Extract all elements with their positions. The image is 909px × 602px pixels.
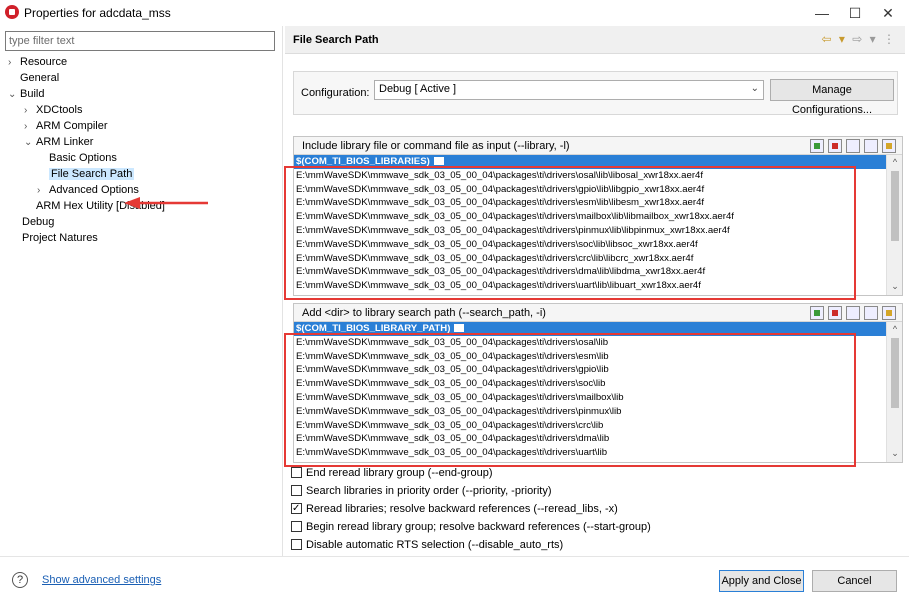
footer-divider [0,556,909,557]
checkbox-checked[interactable] [291,501,302,517]
show-advanced-settings-link[interactable]: Show advanced settings [42,574,161,586]
tree-item-arm-compiler[interactable]: › ARM Compiler [24,118,108,134]
help-icon[interactable]: ? [12,572,28,588]
tree-item-file-search-path[interactable]: File Search Path [37,166,135,182]
search-path-list-scrollbar[interactable]: ^ ⌄ [886,322,902,462]
move-down-icon[interactable] [882,306,896,320]
checkbox[interactable] [291,485,302,496]
app-icon [5,5,19,19]
chevron-down-icon[interactable]: ⌄ [24,135,36,151]
filter-input[interactable] [5,31,275,51]
chevron-right-icon[interactable]: › [37,183,49,199]
tree-item-label: Debug [22,216,55,228]
tree-item-label: Advanced Options [49,184,139,196]
tree-item-label: ARM Linker [36,136,94,148]
variable-icon [454,324,465,333]
tree-item-debug[interactable]: Debug [10,214,54,230]
add-icon[interactable] [810,139,824,153]
annotation-rectangle [284,166,856,300]
configuration-label: Configuration: [301,87,370,99]
search-path-list-toolbar [810,306,896,320]
library-list-scrollbar[interactable]: ^ ⌄ [886,155,902,295]
annotation-arrow-icon [124,197,208,209]
checkbox[interactable] [291,539,302,550]
scroll-thumb[interactable] [891,171,899,241]
option-disable-auto-rts[interactable]: Disable automatic RTS selection (--disab… [291,537,563,553]
close-button[interactable]: ✕ [871,0,905,26]
tree-item-general[interactable]: General [8,70,59,86]
delete-icon[interactable] [828,306,842,320]
maximize-button[interactable]: ☐ [838,0,872,26]
add-icon[interactable] [810,306,824,320]
nav-icons: ⇦ ▾ ⇨ ▾ ⋮ [821,32,897,46]
configuration-box: Configuration: Debug [ Active ] ⌄ Manage… [293,71,898,116]
window-title: Properties for adcdata_mss [24,6,171,20]
library-list-title: Include library file or command file as … [302,140,570,152]
move-down-icon[interactable] [882,139,896,153]
tree-item-xdctools[interactable]: › XDCtools [24,102,82,118]
checkbox[interactable] [291,521,302,532]
option-start-group[interactable]: Begin reread library group; resolve back… [291,519,651,535]
tree-item-label: General [20,72,60,84]
option-reread-libs[interactable]: Reread libraries; resolve backward refer… [291,501,618,517]
left-pane: ›Resource General ⌄Build ›XDCtools ›ARM … [0,26,282,556]
configuration-value: Debug [ Active ] [379,83,457,95]
back-icon[interactable]: ⇦ ▾ [821,32,846,46]
option-priority[interactable]: Search libraries in priority order (--pr… [291,483,552,499]
annotation-rectangle [284,333,856,467]
chevron-right-icon[interactable]: › [8,55,20,71]
search-path-list-header: Add <dir> to library search path (--sear… [294,304,902,322]
variable-icon [433,157,444,166]
library-list-toolbar [810,139,896,153]
tree-item-resource[interactable]: › Resource [8,54,67,70]
minimize-button[interactable]: — [805,0,839,26]
option-end-group[interactable]: End reread library group (--end-group) [291,465,492,481]
forward-icon[interactable]: ⇨ ▾ [852,32,877,46]
title-bar: Properties for adcdata_mss — ☐ ✕ [0,0,909,26]
edit-icon[interactable] [846,139,860,153]
scroll-up-icon[interactable]: ^ [887,155,903,169]
tree-item-project-natures[interactable]: Project Natures [10,230,98,246]
scroll-up-icon[interactable]: ^ [887,322,903,336]
tree-item-label: XDCtools [36,104,83,116]
chevron-down-icon: ⌄ [750,83,759,94]
tree-item-label: Resource [20,56,68,68]
tree-item-label: ARM Compiler [36,120,108,132]
tree-item-label: Build [20,88,45,100]
tree-item-label: Basic Options [49,152,117,164]
scroll-thumb[interactable] [891,338,899,408]
scroll-down-icon[interactable]: ⌄ [887,279,903,293]
chevron-right-icon[interactable]: › [24,119,36,135]
page-title: File Search Path [293,34,379,46]
tree-item-label: File Search Path [49,168,135,180]
checkbox[interactable] [291,467,302,478]
apply-and-close-button[interactable]: Apply and Close [719,570,804,592]
cancel-button[interactable]: Cancel [812,570,897,592]
tree-item-build[interactable]: ⌄ Build [8,86,44,102]
delete-icon[interactable] [828,139,842,153]
view-menu-icon[interactable]: ⋮ [883,32,897,46]
edit-icon[interactable] [846,306,860,320]
move-up-icon[interactable] [864,306,878,320]
scroll-down-icon[interactable]: ⌄ [887,446,903,460]
tree-item-basic-options[interactable]: Basic Options [37,150,117,166]
chevron-right-icon[interactable]: › [24,103,36,119]
configuration-select[interactable]: Debug [ Active ] ⌄ [374,80,764,100]
library-list-header: Include library file or command file as … [294,137,902,155]
move-up-icon[interactable] [864,139,878,153]
tree-item-arm-linker[interactable]: ⌄ ARM Linker [24,134,93,150]
search-path-list-title: Add <dir> to library search path (--sear… [302,307,546,319]
chevron-down-icon[interactable]: ⌄ [8,87,20,103]
manage-configurations-button[interactable]: Manage Configurations... [770,79,894,116]
page-header: File Search Path ⇦ ▾ ⇨ ▾ ⋮ [285,26,905,54]
tree-item-label: Project Natures [22,232,98,244]
